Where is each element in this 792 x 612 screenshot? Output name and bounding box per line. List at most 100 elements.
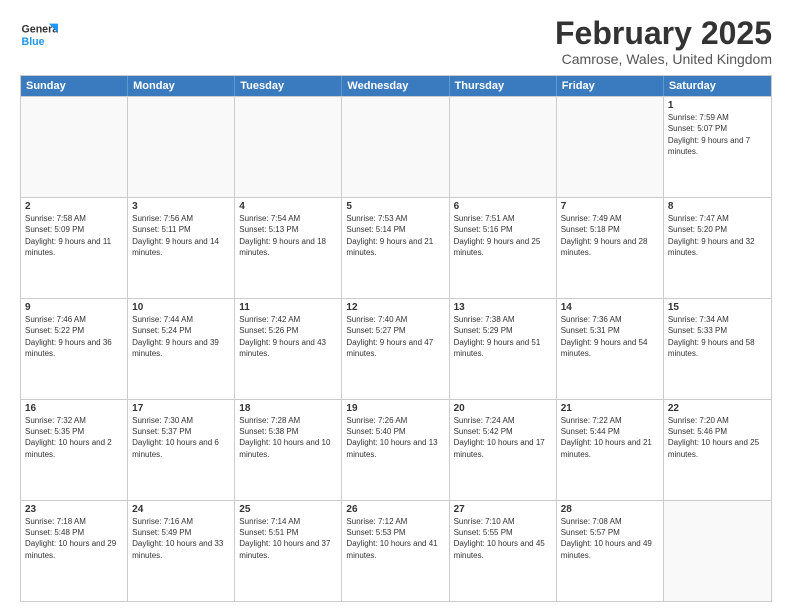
day-number: 14: [561, 302, 659, 313]
calendar-cell: 6Sunrise: 7:51 AM Sunset: 5:16 PM Daylig…: [450, 198, 557, 298]
calendar-body: 1Sunrise: 7:59 AM Sunset: 5:07 PM Daylig…: [21, 96, 771, 601]
calendar-cell: 14Sunrise: 7:36 AM Sunset: 5:31 PM Dayli…: [557, 299, 664, 399]
day-info: Sunrise: 7:38 AM Sunset: 5:29 PM Dayligh…: [454, 314, 552, 359]
header-wednesday: Wednesday: [342, 76, 449, 96]
calendar-header: Sunday Monday Tuesday Wednesday Thursday…: [21, 76, 771, 96]
day-info: Sunrise: 7:14 AM Sunset: 5:51 PM Dayligh…: [239, 516, 337, 561]
calendar-cell: 20Sunrise: 7:24 AM Sunset: 5:42 PM Dayli…: [450, 400, 557, 500]
day-info: Sunrise: 7:44 AM Sunset: 5:24 PM Dayligh…: [132, 314, 230, 359]
day-number: 20: [454, 403, 552, 414]
day-number: 12: [346, 302, 444, 313]
day-number: 15: [668, 302, 767, 313]
calendar-cell: 9Sunrise: 7:46 AM Sunset: 5:22 PM Daylig…: [21, 299, 128, 399]
day-info: Sunrise: 7:51 AM Sunset: 5:16 PM Dayligh…: [454, 213, 552, 258]
calendar-row-5: 23Sunrise: 7:18 AM Sunset: 5:48 PM Dayli…: [21, 500, 771, 601]
day-info: Sunrise: 7:46 AM Sunset: 5:22 PM Dayligh…: [25, 314, 123, 359]
day-info: Sunrise: 7:24 AM Sunset: 5:42 PM Dayligh…: [454, 415, 552, 460]
calendar-cell: 11Sunrise: 7:42 AM Sunset: 5:26 PM Dayli…: [235, 299, 342, 399]
day-number: 23: [25, 504, 123, 515]
day-info: Sunrise: 7:28 AM Sunset: 5:38 PM Dayligh…: [239, 415, 337, 460]
day-number: 27: [454, 504, 552, 515]
day-number: 9: [25, 302, 123, 313]
day-info: Sunrise: 7:58 AM Sunset: 5:09 PM Dayligh…: [25, 213, 123, 258]
day-info: Sunrise: 7:08 AM Sunset: 5:57 PM Dayligh…: [561, 516, 659, 561]
calendar-cell: 12Sunrise: 7:40 AM Sunset: 5:27 PM Dayli…: [342, 299, 449, 399]
header-monday: Monday: [128, 76, 235, 96]
calendar-row-3: 9Sunrise: 7:46 AM Sunset: 5:22 PM Daylig…: [21, 298, 771, 399]
calendar-cell: 4Sunrise: 7:54 AM Sunset: 5:13 PM Daylig…: [235, 198, 342, 298]
day-info: Sunrise: 7:32 AM Sunset: 5:35 PM Dayligh…: [25, 415, 123, 460]
day-info: Sunrise: 7:54 AM Sunset: 5:13 PM Dayligh…: [239, 213, 337, 258]
calendar-cell: 2Sunrise: 7:58 AM Sunset: 5:09 PM Daylig…: [21, 198, 128, 298]
calendar-cell: 25Sunrise: 7:14 AM Sunset: 5:51 PM Dayli…: [235, 501, 342, 601]
day-info: Sunrise: 7:47 AM Sunset: 5:20 PM Dayligh…: [668, 213, 767, 258]
day-number: 28: [561, 504, 659, 515]
day-number: 6: [454, 201, 552, 212]
day-info: Sunrise: 7:12 AM Sunset: 5:53 PM Dayligh…: [346, 516, 444, 561]
logo: General Blue: [20, 16, 58, 54]
day-info: Sunrise: 7:49 AM Sunset: 5:18 PM Dayligh…: [561, 213, 659, 258]
svg-text:Blue: Blue: [22, 36, 45, 48]
day-info: Sunrise: 7:22 AM Sunset: 5:44 PM Dayligh…: [561, 415, 659, 460]
calendar-cell: 21Sunrise: 7:22 AM Sunset: 5:44 PM Dayli…: [557, 400, 664, 500]
day-number: 7: [561, 201, 659, 212]
calendar-cell: 7Sunrise: 7:49 AM Sunset: 5:18 PM Daylig…: [557, 198, 664, 298]
title-block: February 2025 Camrose, Wales, United Kin…: [555, 16, 772, 67]
calendar-cell: 1Sunrise: 7:59 AM Sunset: 5:07 PM Daylig…: [664, 97, 771, 197]
calendar-cell: [342, 97, 449, 197]
day-info: Sunrise: 7:42 AM Sunset: 5:26 PM Dayligh…: [239, 314, 337, 359]
day-number: 13: [454, 302, 552, 313]
calendar-cell: 27Sunrise: 7:10 AM Sunset: 5:55 PM Dayli…: [450, 501, 557, 601]
day-number: 22: [668, 403, 767, 414]
header-thursday: Thursday: [450, 76, 557, 96]
calendar-cell: [450, 97, 557, 197]
calendar-cell: 26Sunrise: 7:12 AM Sunset: 5:53 PM Dayli…: [342, 501, 449, 601]
day-info: Sunrise: 7:34 AM Sunset: 5:33 PM Dayligh…: [668, 314, 767, 359]
calendar-cell: 16Sunrise: 7:32 AM Sunset: 5:35 PM Dayli…: [21, 400, 128, 500]
calendar-cell: [557, 97, 664, 197]
main-title: February 2025: [555, 16, 772, 51]
calendar-cell: 28Sunrise: 7:08 AM Sunset: 5:57 PM Dayli…: [557, 501, 664, 601]
calendar-row-2: 2Sunrise: 7:58 AM Sunset: 5:09 PM Daylig…: [21, 197, 771, 298]
day-info: Sunrise: 7:36 AM Sunset: 5:31 PM Dayligh…: [561, 314, 659, 359]
calendar-cell: 18Sunrise: 7:28 AM Sunset: 5:38 PM Dayli…: [235, 400, 342, 500]
calendar-cell: [21, 97, 128, 197]
day-info: Sunrise: 7:10 AM Sunset: 5:55 PM Dayligh…: [454, 516, 552, 561]
subtitle: Camrose, Wales, United Kingdom: [555, 51, 772, 67]
day-number: 1: [668, 100, 767, 111]
day-number: 16: [25, 403, 123, 414]
calendar-row-1: 1Sunrise: 7:59 AM Sunset: 5:07 PM Daylig…: [21, 96, 771, 197]
day-info: Sunrise: 7:26 AM Sunset: 5:40 PM Dayligh…: [346, 415, 444, 460]
calendar-row-4: 16Sunrise: 7:32 AM Sunset: 5:35 PM Dayli…: [21, 399, 771, 500]
calendar-cell: 24Sunrise: 7:16 AM Sunset: 5:49 PM Dayli…: [128, 501, 235, 601]
calendar-cell: [128, 97, 235, 197]
calendar-cell: 13Sunrise: 7:38 AM Sunset: 5:29 PM Dayli…: [450, 299, 557, 399]
day-info: Sunrise: 7:20 AM Sunset: 5:46 PM Dayligh…: [668, 415, 767, 460]
logo-icon: General Blue: [20, 16, 58, 54]
calendar-cell: [235, 97, 342, 197]
day-number: 3: [132, 201, 230, 212]
day-number: 21: [561, 403, 659, 414]
day-number: 26: [346, 504, 444, 515]
calendar-cell: 19Sunrise: 7:26 AM Sunset: 5:40 PM Dayli…: [342, 400, 449, 500]
header: General Blue February 2025 Camrose, Wale…: [20, 16, 772, 67]
calendar-cell: 8Sunrise: 7:47 AM Sunset: 5:20 PM Daylig…: [664, 198, 771, 298]
day-info: Sunrise: 7:16 AM Sunset: 5:49 PM Dayligh…: [132, 516, 230, 561]
header-tuesday: Tuesday: [235, 76, 342, 96]
day-info: Sunrise: 7:30 AM Sunset: 5:37 PM Dayligh…: [132, 415, 230, 460]
day-number: 10: [132, 302, 230, 313]
header-saturday: Saturday: [664, 76, 771, 96]
day-info: Sunrise: 7:53 AM Sunset: 5:14 PM Dayligh…: [346, 213, 444, 258]
day-number: 2: [25, 201, 123, 212]
day-info: Sunrise: 7:18 AM Sunset: 5:48 PM Dayligh…: [25, 516, 123, 561]
day-number: 19: [346, 403, 444, 414]
day-number: 17: [132, 403, 230, 414]
calendar-cell: 17Sunrise: 7:30 AM Sunset: 5:37 PM Dayli…: [128, 400, 235, 500]
day-info: Sunrise: 7:56 AM Sunset: 5:11 PM Dayligh…: [132, 213, 230, 258]
calendar-cell: 3Sunrise: 7:56 AM Sunset: 5:11 PM Daylig…: [128, 198, 235, 298]
calendar-cell: 15Sunrise: 7:34 AM Sunset: 5:33 PM Dayli…: [664, 299, 771, 399]
day-number: 24: [132, 504, 230, 515]
calendar-cell: 5Sunrise: 7:53 AM Sunset: 5:14 PM Daylig…: [342, 198, 449, 298]
day-number: 8: [668, 201, 767, 212]
day-number: 4: [239, 201, 337, 212]
